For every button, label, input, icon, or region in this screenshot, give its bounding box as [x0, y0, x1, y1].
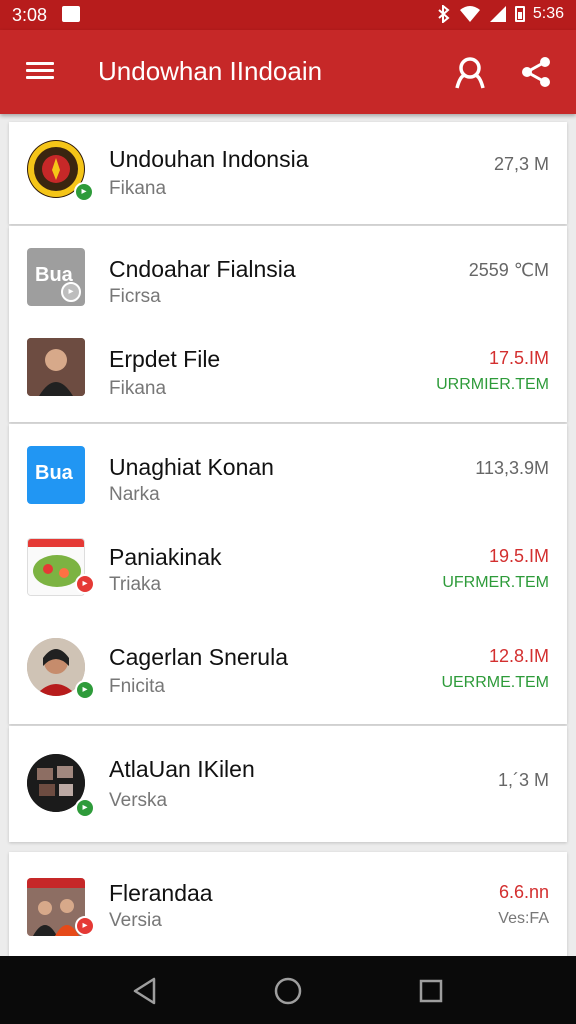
item-status: UERRME.TEM — [441, 674, 549, 691]
status-badge: ▸ — [75, 916, 95, 936]
thumb-label: Bua — [35, 462, 73, 484]
item-subtitle: Versia — [109, 910, 162, 931]
app-title: Undowhan IIndoain — [98, 56, 323, 86]
item-subtitle: Narka — [109, 484, 160, 505]
item-name: Undouhan Indonsia — [109, 146, 309, 172]
item-size: 17.5.IM — [488, 348, 549, 368]
list-item[interactable]: ▸ Undouhan Indonsia Fikana 27,3 M — [9, 122, 567, 222]
battery-icon — [514, 6, 525, 22]
bluetooth-icon — [438, 5, 450, 23]
list-item[interactable]: ▸ Cagerlan Snerula Fnicita 12.8.IM UERRM… — [9, 624, 567, 724]
signal-icon — [489, 6, 506, 22]
status-badge: ▸ — [61, 282, 81, 302]
item-status: UFRMER.TEM — [442, 574, 549, 591]
item-name: Cagerlan Snerula — [109, 644, 289, 670]
recents-icon[interactable] — [414, 974, 448, 1008]
list-item[interactable]: Bua Unaghiat Konan Narka 113,3.9M — [9, 424, 567, 524]
status-badge: ▸ — [75, 574, 95, 594]
file-card: Bua ▸ Cndoahar Fialnsia Ficrsa 2559 ℃M E… — [9, 226, 567, 422]
status-badge: ▸ — [75, 798, 95, 818]
wifi-icon — [459, 6, 480, 22]
search-icon[interactable] — [452, 54, 488, 90]
item-size: 2559 ℃M — [468, 260, 549, 280]
menu-icon[interactable] — [26, 58, 54, 84]
item-name: Flerandaa — [109, 880, 213, 906]
item-name: Erpdet File — [109, 346, 221, 372]
status-bar: 3:08 5:36 — [0, 0, 576, 30]
item-status: URRMIER.TEM — [436, 376, 549, 393]
app-thumbnail: Bua — [27, 446, 85, 504]
file-card: ▸ Flerandaa Versia 6.6.nn Ves:FA — [9, 852, 567, 956]
status-time: 3:08 — [12, 5, 48, 25]
item-size: 6.6.nn — [498, 882, 549, 902]
notification-icon — [62, 6, 80, 22]
item-size: 19.5.IM — [488, 546, 549, 566]
item-size: 113,3.9M — [475, 458, 549, 478]
status-badge: ▸ — [74, 182, 94, 202]
item-subtitle: Fikana — [109, 178, 167, 199]
app-bar: Undowhan IIndoain — [0, 30, 576, 114]
item-size: 27,3 M — [493, 154, 549, 174]
item-status: Ves:FA — [498, 910, 549, 927]
item-name: Cndoahar Fialnsia — [109, 256, 296, 282]
status-badge: ▸ — [75, 680, 95, 700]
item-subtitle: Fnicita — [109, 676, 165, 697]
status-icons: 5:36 — [437, 5, 564, 23]
item-subtitle: Verska — [109, 790, 168, 811]
list-item[interactable]: Erpdet File Fikana 17.5.IM URRMIER.TEM — [9, 326, 567, 422]
list-item[interactable]: ▸ Flerandaa Versia 6.6.nn Ves:FA — [9, 852, 567, 952]
item-name: AtlaUan IKilen — [109, 756, 255, 782]
item-size: 12.8.IM — [488, 646, 549, 666]
share-icon[interactable] — [518, 54, 554, 90]
item-subtitle: Triaka — [109, 574, 162, 595]
file-card: ▸ AtlaUan IKilen Verska 1,´3 M — [9, 726, 567, 842]
list-item[interactable]: ▸ Paniakinak Triaka 19.5.IM UFRMER.TEM — [9, 524, 567, 624]
item-name: Unaghiat Konan — [109, 454, 274, 480]
list-item[interactable]: ▸ AtlaUan IKilen Verska 1,´3 M — [9, 726, 567, 842]
item-size: 1,´3 M — [497, 770, 549, 790]
photo-thumbnail — [27, 338, 85, 396]
file-card: Bua Unaghiat Konan Narka 113,3.9M ▸ Pani… — [9, 424, 567, 724]
navigation-bar — [0, 956, 576, 1024]
item-subtitle: Ficrsa — [109, 286, 161, 307]
item-name: Paniakinak — [109, 544, 222, 570]
file-card: ▸ Undouhan Indonsia Fikana 27,3 M — [9, 122, 567, 224]
status-right-time: 5:36 — [532, 5, 564, 22]
item-subtitle: Fikana — [109, 378, 167, 399]
home-icon[interactable] — [271, 974, 305, 1008]
back-icon[interactable] — [128, 974, 162, 1008]
list-item[interactable]: Bua ▸ Cndoahar Fialnsia Ficrsa 2559 ℃M — [9, 226, 567, 326]
